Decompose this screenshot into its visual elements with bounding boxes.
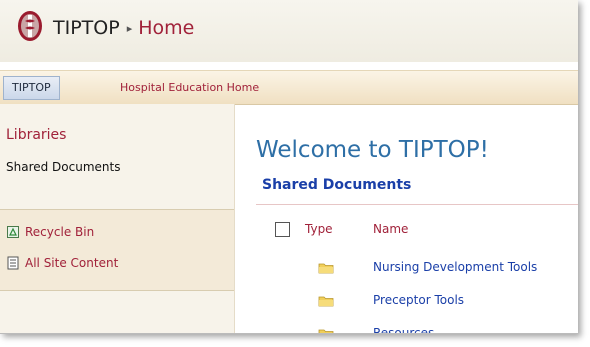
- recycle-bin-link[interactable]: Recycle Bin: [6, 225, 94, 239]
- document-link[interactable]: Nursing Development Tools: [373, 260, 537, 274]
- recycle-bin-label: Recycle Bin: [25, 225, 95, 239]
- table-row[interactable]: Preceptor Tools: [0, 289, 578, 315]
- breadcrumb: TIPTOP ▸ Home: [53, 17, 194, 42]
- quicklaunch-shared-documents[interactable]: Shared Documents: [6, 160, 120, 174]
- breadcrumb-current-page[interactable]: Home: [138, 17, 194, 39]
- recycle-bin-icon: [7, 226, 19, 238]
- tab-tiptop[interactable]: TIPTOP: [3, 76, 60, 100]
- column-header-name[interactable]: Name: [373, 222, 408, 236]
- select-all-checkbox[interactable]: [275, 222, 290, 237]
- column-header-type[interactable]: Type: [305, 222, 333, 236]
- folder-icon: [318, 296, 334, 307]
- page: TIPTOP ▸ Home TIPTOP Hospital Education Ho…: [0, 0, 578, 334]
- shared-documents-title[interactable]: Shared Documents: [262, 177, 411, 193]
- site-header: TIPTOP ▸ Home: [0, 0, 578, 62]
- breadcrumb-site[interactable]: TIPTOP: [53, 17, 120, 39]
- breadcrumb-separator-icon: ▸: [126, 22, 133, 35]
- top-navigation: TIPTOP Hospital Education Home: [0, 70, 578, 105]
- folder-icon: [318, 263, 334, 274]
- table-row[interactable]: Nursing Development Tools: [0, 256, 578, 282]
- quicklaunch-libraries-heading[interactable]: Libraries: [6, 127, 66, 143]
- site-logo-icon[interactable]: [17, 10, 43, 42]
- section-divider: [256, 204, 578, 205]
- document-link[interactable]: Preceptor Tools: [373, 293, 464, 307]
- page-bottom-edge: [0, 333, 578, 334]
- tab-hospital-education-home[interactable]: Hospital Education Home: [120, 76, 259, 100]
- page-title: Welcome to TIPTOP!: [256, 137, 489, 163]
